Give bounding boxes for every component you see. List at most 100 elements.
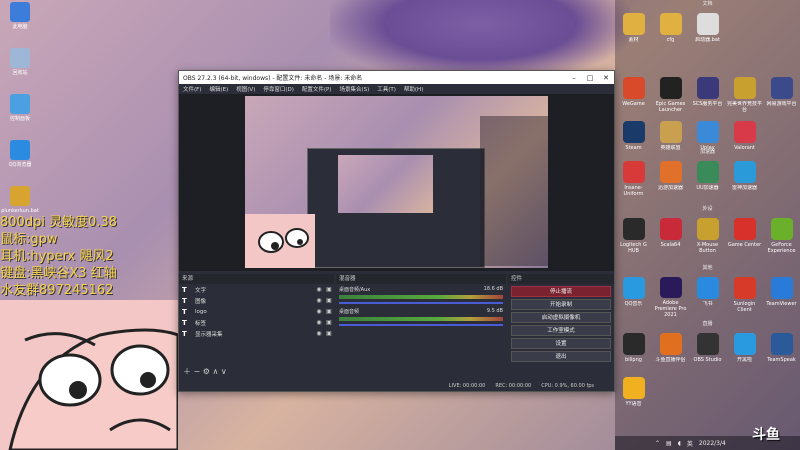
desktop-shortcut[interactable]: 英雄联盟 — [652, 118, 689, 162]
desktop-shortcut[interactable]: Steam — [615, 118, 652, 162]
desktop-shortcut[interactable]: Game Center — [726, 215, 763, 259]
desktop-shortcut[interactable]: 启动器.bat — [689, 10, 726, 54]
control-button[interactable]: 工作室模式 — [511, 325, 611, 336]
shortcut-group: bilipng 斗鱼直播伴侣 OBS Studio 开黑啦 TeamSpeak … — [615, 330, 800, 418]
lock-icon[interactable]: ▣ — [324, 308, 334, 315]
shortcut-label: X-Mouse Button — [696, 242, 719, 254]
app-icon — [696, 13, 719, 35]
menu-item[interactable]: 视图(V) — [236, 85, 255, 93]
nested-obs-window — [307, 148, 485, 268]
desktop-shortcut[interactable]: Uplay — [689, 118, 726, 162]
source-type-icon: T — [182, 329, 187, 338]
desktop-shortcut[interactable]: TeamViewer — [763, 274, 800, 318]
app-icon — [622, 377, 645, 399]
source-row[interactable]: T 标签 ◉ ▣ — [179, 317, 334, 328]
desktop-shortcut[interactable]: bilipng — [615, 330, 652, 374]
desktop-shortcut[interactable]: QQ浏览器 — [0, 140, 40, 184]
volume-slider[interactable] — [339, 302, 503, 304]
desktop-shortcut[interactable]: OBS Studio — [689, 330, 726, 374]
eye-icon[interactable]: ◉ — [314, 330, 324, 337]
control-button[interactable]: 退出 — [511, 351, 611, 362]
desktop-shortcut[interactable]: Logitech G HUB — [615, 215, 652, 259]
desktop-shortcut[interactable]: UU加速器 — [689, 158, 726, 202]
sources-toolbar[interactable]: ＋ − ⚙ ∧ ∨ — [183, 366, 227, 377]
eye-icon[interactable]: ◉ — [314, 297, 324, 304]
desktop-shortcut[interactable]: 素材 — [615, 10, 652, 54]
shortcut-label: cfg — [666, 37, 675, 43]
lock-icon[interactable]: ▣ — [324, 330, 334, 337]
desktop-shortcut[interactable]: 迅游加速器 — [652, 158, 689, 202]
desktop-shortcut[interactable]: Adobe Premiere Pro 2021 — [652, 274, 689, 318]
source-row[interactable]: T 图像 ◉ ▣ — [179, 295, 334, 306]
source-row[interactable]: T 显示器采集 ◉ ▣ — [179, 328, 334, 339]
shortcut-label: 开黑啦 — [736, 357, 752, 363]
desktop-shortcut[interactable]: TeamSpeak — [763, 330, 800, 374]
app-icon — [659, 218, 682, 240]
minimize-icon[interactable]: – — [566, 74, 582, 82]
menu-item[interactable]: 场景集合(S) — [339, 85, 369, 93]
desktop-shortcut[interactable]: 完美世界竞技平台 — [726, 74, 763, 118]
menu-item[interactable]: 配置文件(P) — [302, 85, 332, 93]
lock-icon[interactable]: ▣ — [324, 286, 334, 293]
source-type-icon: T — [182, 307, 187, 316]
desktop-shortcut[interactable]: YY语音 — [615, 374, 652, 418]
desktop-shortcut[interactable]: Insane-Uniform — [615, 158, 652, 202]
desktop-shortcut[interactable]: Scala64 — [652, 215, 689, 259]
desktop-shortcut[interactable]: GeForce Experience — [763, 215, 800, 259]
menu-item[interactable]: 工具(T) — [377, 85, 396, 93]
shortcut-label: 回收站 — [12, 70, 28, 76]
desktop-shortcut[interactable]: 回收站 — [0, 48, 40, 92]
desktop-right-shortcuts: 文档 素材 cfg 启动器.bat WeGame Epic Games Laun… — [615, 0, 800, 436]
control-button[interactable]: 启动虚拟摄像机 — [511, 312, 611, 323]
obs-statusbar: LIVE: 00:00:00 REC: 00:00:00 CPU: 0.9%, … — [179, 381, 614, 391]
chevron-up-icon[interactable]: ⌃ — [655, 440, 660, 447]
shortcut-label: 飞书 — [702, 301, 713, 307]
section-title: 其他 — [702, 265, 713, 271]
desktop-shortcut[interactable]: 飞书 — [689, 274, 726, 318]
menu-item[interactable]: 文件(F) — [183, 85, 201, 93]
desktop-shortcut[interactable]: 此电脑 — [0, 2, 40, 46]
shortcut-label: Insane-Uniform — [623, 185, 644, 197]
source-row[interactable]: T 文字 ◉ ▣ — [179, 284, 334, 295]
control-button[interactable]: 停止播流 — [511, 286, 611, 297]
desktop-shortcut[interactable]: 开黑啦 — [726, 330, 763, 374]
desktop-shortcut[interactable]: cfg — [652, 10, 689, 54]
shortcut-label: Epic Games Launcher — [655, 101, 686, 113]
maximize-icon[interactable]: □ — [582, 74, 598, 82]
controls-header: 控件 — [508, 274, 614, 284]
menu-item[interactable]: 帮助(H) — [404, 85, 423, 93]
desktop-shortcut[interactable]: QQ音乐 — [615, 274, 652, 318]
menu-item[interactable]: 编辑(E) — [209, 85, 228, 93]
lock-icon[interactable]: ▣ — [324, 297, 334, 304]
control-button[interactable]: 设置 — [511, 338, 611, 349]
source-row[interactable]: T logo ◉ ▣ — [179, 306, 334, 317]
desktop-shortcut[interactable]: X-Mouse Button — [689, 215, 726, 259]
desktop-shortcut[interactable]: 控制面板 — [0, 94, 40, 138]
volume-icon[interactable]: ◖ — [678, 440, 681, 447]
eye-icon[interactable]: ◉ — [314, 308, 324, 315]
obs-preview[interactable] — [179, 94, 614, 271]
section-title: 文档 — [702, 1, 713, 7]
desktop-shortcut[interactable]: Epic Games Launcher — [652, 74, 689, 118]
close-icon[interactable]: ✕ — [598, 74, 614, 82]
volume-slider[interactable] — [339, 324, 503, 326]
desktop-shortcut[interactable]: WeGame — [615, 74, 652, 118]
desktop-shortcut[interactable]: 雷神加速器 — [726, 158, 763, 202]
app-icon — [659, 13, 682, 35]
desktop-shortcut[interactable]: SCS服务平台 — [689, 74, 726, 118]
desktop-shortcut[interactable]: Sunlogin Client — [726, 274, 763, 318]
desktop-shortcut[interactable]: Valorant — [726, 118, 763, 162]
clock[interactable]: 2022/3/4 — [699, 440, 726, 447]
menu-item[interactable]: 停靠窗口(D) — [263, 85, 294, 93]
lock-icon[interactable]: ▣ — [324, 319, 334, 326]
app-icon — [696, 161, 719, 183]
eye-icon[interactable]: ◉ — [314, 319, 324, 326]
network-icon[interactable]: ▤ — [666, 440, 672, 447]
eye-icon[interactable]: ◉ — [314, 286, 324, 293]
desktop-shortcut[interactable]: 斗鱼直播伴侣 — [652, 330, 689, 374]
channel-name: 桌面音频/Aux — [339, 287, 371, 293]
shortcut-label: WeGame — [622, 101, 645, 107]
control-button[interactable]: 开始录制 — [511, 299, 611, 310]
desktop-shortcut[interactable]: 网易游戏平台 — [763, 74, 800, 118]
input-method[interactable]: 英 — [687, 439, 693, 448]
